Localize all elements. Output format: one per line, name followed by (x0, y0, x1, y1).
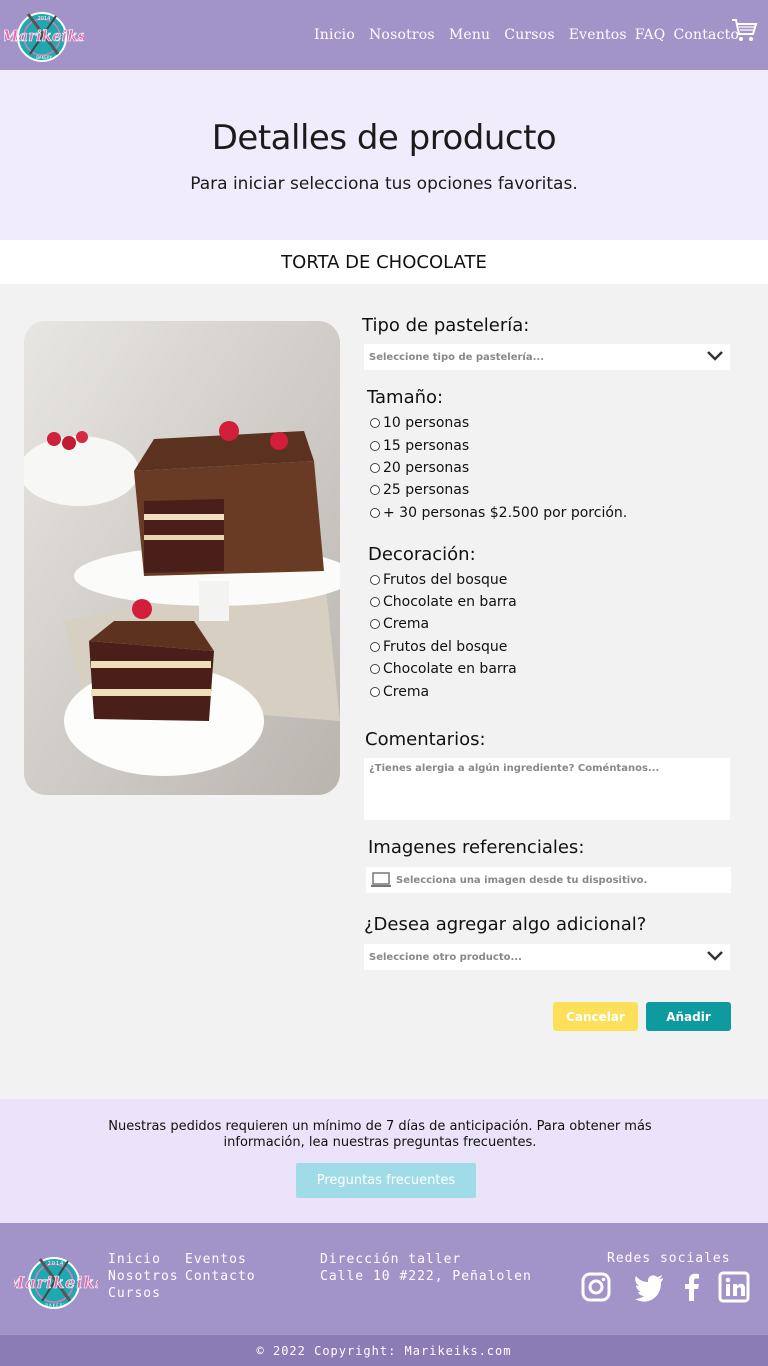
decoracion-label: Decoración: (368, 544, 476, 565)
footer-links-col2: Eventos Contacto (185, 1251, 256, 1285)
tamano-option[interactable]: + 30 personas $2.500 por porción. (370, 505, 627, 521)
cart-icon[interactable] (730, 16, 758, 44)
svg-text:BAKERY: BAKERY (45, 1303, 67, 1308)
image-upload-field[interactable]: Selecciona una imagen desde tu dispositi… (366, 867, 731, 893)
adicional-label: ¿Desea agregar algo adicional? (364, 914, 647, 935)
facebook-icon[interactable] (676, 1271, 708, 1303)
tipo-placeholder: Seleccione tipo de pastelería... (369, 351, 545, 363)
tipo-select[interactable]: Seleccione tipo de pastelería... (364, 344, 730, 370)
add-button[interactable]: Añadir (646, 1002, 731, 1031)
svg-text:Marikeiks: Marikeiks (4, 27, 84, 45)
hero-section: Detalles de producto Para iniciar selecc… (0, 70, 768, 240)
radio-button[interactable] (370, 597, 380, 607)
notice-section: Nuestras pedidos requieren un mínimo de … (0, 1099, 768, 1223)
tamano-label: Tamaño: (367, 387, 444, 408)
radio-button[interactable] (370, 642, 380, 652)
svg-text:Marikeiks: Marikeiks (14, 1273, 98, 1292)
footer-link-nosotros[interactable]: Nosotros (108, 1268, 179, 1285)
footer-link-contacto[interactable]: Contacto (185, 1268, 256, 1285)
nav-eventos[interactable]: Eventos (569, 27, 627, 43)
top-nav: Marikeiks 2014 BAKERY Inicio Nosotros Me… (0, 0, 768, 70)
comentarios-textarea[interactable]: ¿Tienes alergia a algún ingrediente? Com… (364, 758, 730, 820)
nav-cursos[interactable]: Cursos (504, 27, 554, 43)
footer-address: Dirección taller Calle 10 #222, Peñalole… (320, 1251, 532, 1285)
page-subtitle: Para iniciar selecciona tus opciones fav… (190, 174, 578, 194)
address-title: Dirección taller (320, 1252, 462, 1267)
chevron-down-icon (707, 951, 723, 961)
nav-inicio[interactable]: Inicio (314, 27, 355, 43)
radio-button[interactable] (370, 687, 380, 697)
instagram-icon[interactable] (580, 1271, 612, 1303)
copyright-bar: © 2022 Copyright: Marikeiks.com (0, 1335, 768, 1366)
product-photo (24, 321, 340, 795)
chevron-down-icon (707, 351, 723, 361)
marikeiks-footer-logo[interactable]: Marikeiks 2014 BAKERY (14, 1249, 98, 1313)
comentarios-placeholder: ¿Tienes alergia a algún ingrediente? Com… (369, 763, 660, 774)
radio-button[interactable] (370, 575, 380, 585)
footer-link-inicio[interactable]: Inicio (108, 1251, 179, 1268)
radio-button[interactable] (370, 619, 380, 629)
address-text: Calle 10 #222, Peñalolen (320, 1269, 532, 1284)
laptop-icon (371, 872, 391, 887)
imagenes-label: Imagenes referenciales: (368, 837, 585, 858)
adicional-placeholder: Seleccione otro producto... (369, 951, 522, 963)
marikeiks-logo[interactable]: Marikeiks 2014 BAKERY (4, 4, 84, 66)
nav-faq[interactable]: FAQ (635, 27, 666, 43)
decoracion-option[interactable]: Crema (370, 616, 429, 632)
adicional-select[interactable]: Seleccione otro producto... (364, 944, 730, 970)
radio-button[interactable] (370, 508, 380, 518)
radio-button[interactable] (370, 664, 380, 674)
tamano-option[interactable]: 10 personas (370, 415, 469, 431)
cancel-button[interactable]: Cancelar (553, 1002, 638, 1031)
tamano-option[interactable]: 20 personas (370, 460, 469, 476)
page-title: Detalles de producto (211, 118, 557, 158)
nav-menu[interactable]: Menu (449, 27, 490, 43)
twitter-icon[interactable] (633, 1271, 665, 1303)
decoracion-option[interactable]: Frutos del bosque (370, 639, 507, 655)
tipo-label: Tipo de pastelería: (362, 315, 530, 336)
product-name: TORTA DE CHOCOLATE (0, 240, 768, 284)
nav-links: Inicio Nosotros Menu Cursos Eventos FAQ … (314, 0, 753, 70)
nav-nosotros[interactable]: Nosotros (369, 27, 435, 43)
decoracion-option[interactable]: Chocolate en barra (370, 661, 517, 677)
svg-text:BAKERY: BAKERY (36, 55, 52, 60)
linkedin-icon[interactable] (718, 1271, 750, 1303)
tamano-option[interactable]: 25 personas (370, 482, 469, 498)
svg-text:2014: 2014 (48, 1261, 65, 1267)
footer-links-col1: Inicio Nosotros Cursos (108, 1251, 179, 1302)
comentarios-label: Comentarios: (365, 729, 486, 750)
tamano-option[interactable]: 15 personas (370, 438, 469, 454)
decoracion-option[interactable]: Crema (370, 684, 429, 700)
radio-button[interactable] (370, 441, 380, 451)
footer: Marikeiks 2014 BAKERY Inicio Nosotros Cu… (0, 1223, 768, 1335)
radio-button[interactable] (370, 485, 380, 495)
footer-link-cursos[interactable]: Cursos (108, 1285, 179, 1302)
social-title: Redes sociales (607, 1251, 731, 1266)
notice-text: Nuestras pedidos requieren un mínimo de … (108, 1119, 652, 1150)
radio-button[interactable] (370, 463, 380, 473)
decoracion-option[interactable]: Chocolate en barra (370, 594, 517, 610)
footer-link-eventos[interactable]: Eventos (185, 1251, 256, 1268)
decoracion-option[interactable]: Frutos del bosque (370, 572, 507, 588)
faq-button[interactable]: Preguntas frecuentes (296, 1163, 476, 1198)
imagenes-placeholder: Selecciona una imagen desde tu dispositi… (396, 874, 648, 886)
svg-text:2014: 2014 (38, 16, 51, 22)
radio-button[interactable] (370, 418, 380, 428)
